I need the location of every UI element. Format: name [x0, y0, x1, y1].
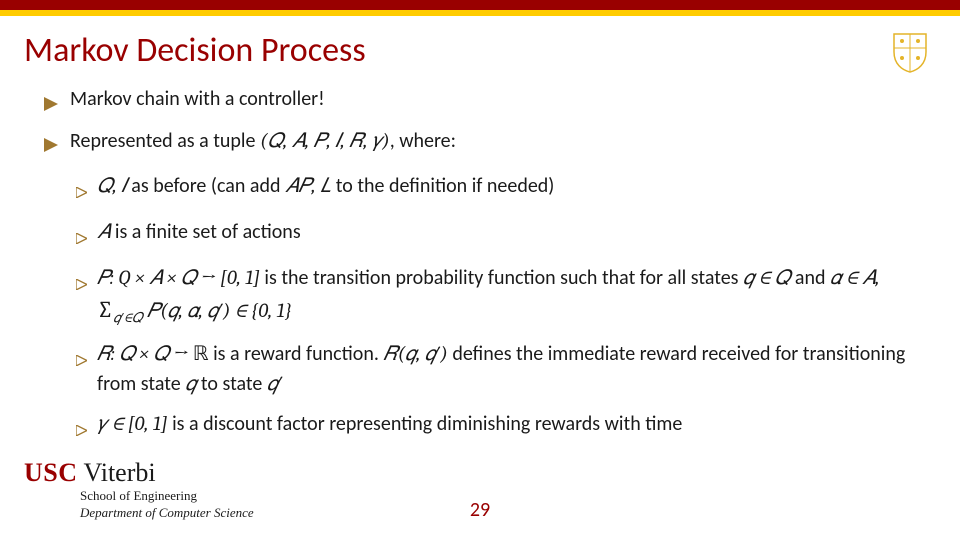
s4c: 𝑅(𝑞, 𝑞′)	[383, 342, 447, 365]
s4g: 𝑞′	[267, 372, 283, 395]
s2b: is a finite set of actions	[110, 220, 300, 244]
footer-left: USCViterbi School of Engineering Departm…	[0, 458, 254, 522]
sub1-text: 𝑄, 𝐼 as before (can add 𝐴𝑃, 𝐿 to the def…	[97, 171, 554, 201]
s4e: 𝑞	[185, 372, 196, 395]
arrow-icon	[76, 270, 87, 299]
s1d: to the definition if needed)	[331, 174, 554, 198]
s3c: 𝑞 ∈ 𝑄	[743, 266, 790, 289]
arrow-icon	[76, 416, 87, 445]
s3a: 𝑃: Q × 𝐴 × 𝑄 → [0, 1]	[97, 266, 260, 289]
s5a: 𝛾 ∈ [0, 1]	[97, 412, 168, 435]
s5b: is a discount factor representing dimini…	[168, 412, 683, 436]
s1c: 𝐴𝑃, 𝐿	[285, 174, 331, 197]
arrow-icon	[76, 178, 87, 207]
sub5-text: 𝛾 ∈ [0, 1] is a discount factor represen…	[97, 409, 682, 439]
page-number: 29	[470, 498, 490, 522]
sub4-text: 𝑅: 𝑄 × 𝑄 → ℝ is a reward function. 𝑅(𝑞, …	[97, 339, 926, 399]
sub-bullet-2: 𝐴 is a finite set of actions	[76, 217, 926, 253]
sub-bullet-1: 𝑄, 𝐼 as before (can add 𝐴𝑃, 𝐿 to the def…	[76, 171, 926, 207]
top-cardinal-stripe	[0, 0, 960, 10]
b2-post: , where:	[390, 129, 456, 153]
s1a: 𝑄, 𝐼	[97, 174, 127, 197]
slide-content: Markov chain with a controller! Represen…	[0, 77, 960, 445]
usc-wordmark: USC	[24, 458, 78, 487]
s3f: ∑	[97, 296, 113, 323]
s1b: as before (can add	[127, 174, 285, 198]
arrow-icon	[76, 224, 87, 253]
viterbi-wordmark: Viterbi	[84, 458, 156, 487]
s4real: ℝ	[193, 342, 209, 365]
sub3-text: 𝑃: Q × 𝐴 × 𝑄 → [0, 1] is the transition …	[97, 263, 926, 329]
sub2-text: 𝐴 is a finite set of actions	[97, 217, 301, 247]
s3b: is the transition probability function s…	[260, 266, 743, 290]
s3e: 𝛼 ∈ 𝐴,	[830, 266, 879, 289]
title-area: Markov Decision Process	[0, 16, 960, 77]
arrow-icon	[44, 132, 58, 161]
bullet-2-text: Represented as a tuple (𝑄, 𝐴, 𝑃, 𝐼, 𝑅, 𝛾…	[70, 126, 456, 156]
b2-pre: Represented as a tuple	[70, 129, 260, 153]
usc-shield-icon	[888, 30, 932, 79]
s4a: 𝑅: 𝑄 × 𝑄 →	[97, 342, 193, 365]
sub-bullets: 𝑄, 𝐼 as before (can add 𝐴𝑃, 𝐿 to the def…	[76, 171, 926, 445]
arrow-icon	[44, 91, 58, 120]
dept-line-1: School of Engineering	[80, 488, 254, 505]
bullet-1-text: Markov chain with a controller!	[70, 85, 325, 114]
s4b: is a reward function.	[209, 342, 384, 366]
s4f: to state	[196, 372, 267, 396]
arrow-icon	[76, 346, 87, 375]
sub-bullet-4: 𝑅: 𝑄 × 𝑄 → ℝ is a reward function. 𝑅(𝑞, …	[76, 339, 926, 399]
sub-bullet-5: 𝛾 ∈ [0, 1] is a discount factor represen…	[76, 409, 926, 445]
department-lines: School of Engineering Department of Comp…	[80, 488, 254, 522]
s3d: and	[790, 266, 830, 290]
s2a: 𝐴	[97, 220, 110, 243]
bullet-2: Represented as a tuple (𝑄, 𝐴, 𝑃, 𝐼, 𝑅, 𝛾…	[44, 126, 926, 161]
b2-tuple: (𝑄, 𝐴, 𝑃, 𝐼, 𝑅, 𝛾)	[260, 129, 390, 152]
footer: USCViterbi School of Engineering Departm…	[0, 458, 960, 522]
s3g: 𝑃(𝑞, 𝛼, 𝑞′) ∈ {0, 1}	[143, 299, 293, 322]
dept-line-2: Department of Computer Science	[80, 505, 254, 522]
s3fsub: 𝑞′∈𝑄	[113, 311, 142, 326]
sub-bullet-3: 𝑃: Q × 𝐴 × 𝑄 → [0, 1] is the transition …	[76, 263, 926, 329]
bullet-1: Markov chain with a controller!	[44, 85, 926, 120]
slide-title: Markov Decision Process	[24, 30, 936, 71]
